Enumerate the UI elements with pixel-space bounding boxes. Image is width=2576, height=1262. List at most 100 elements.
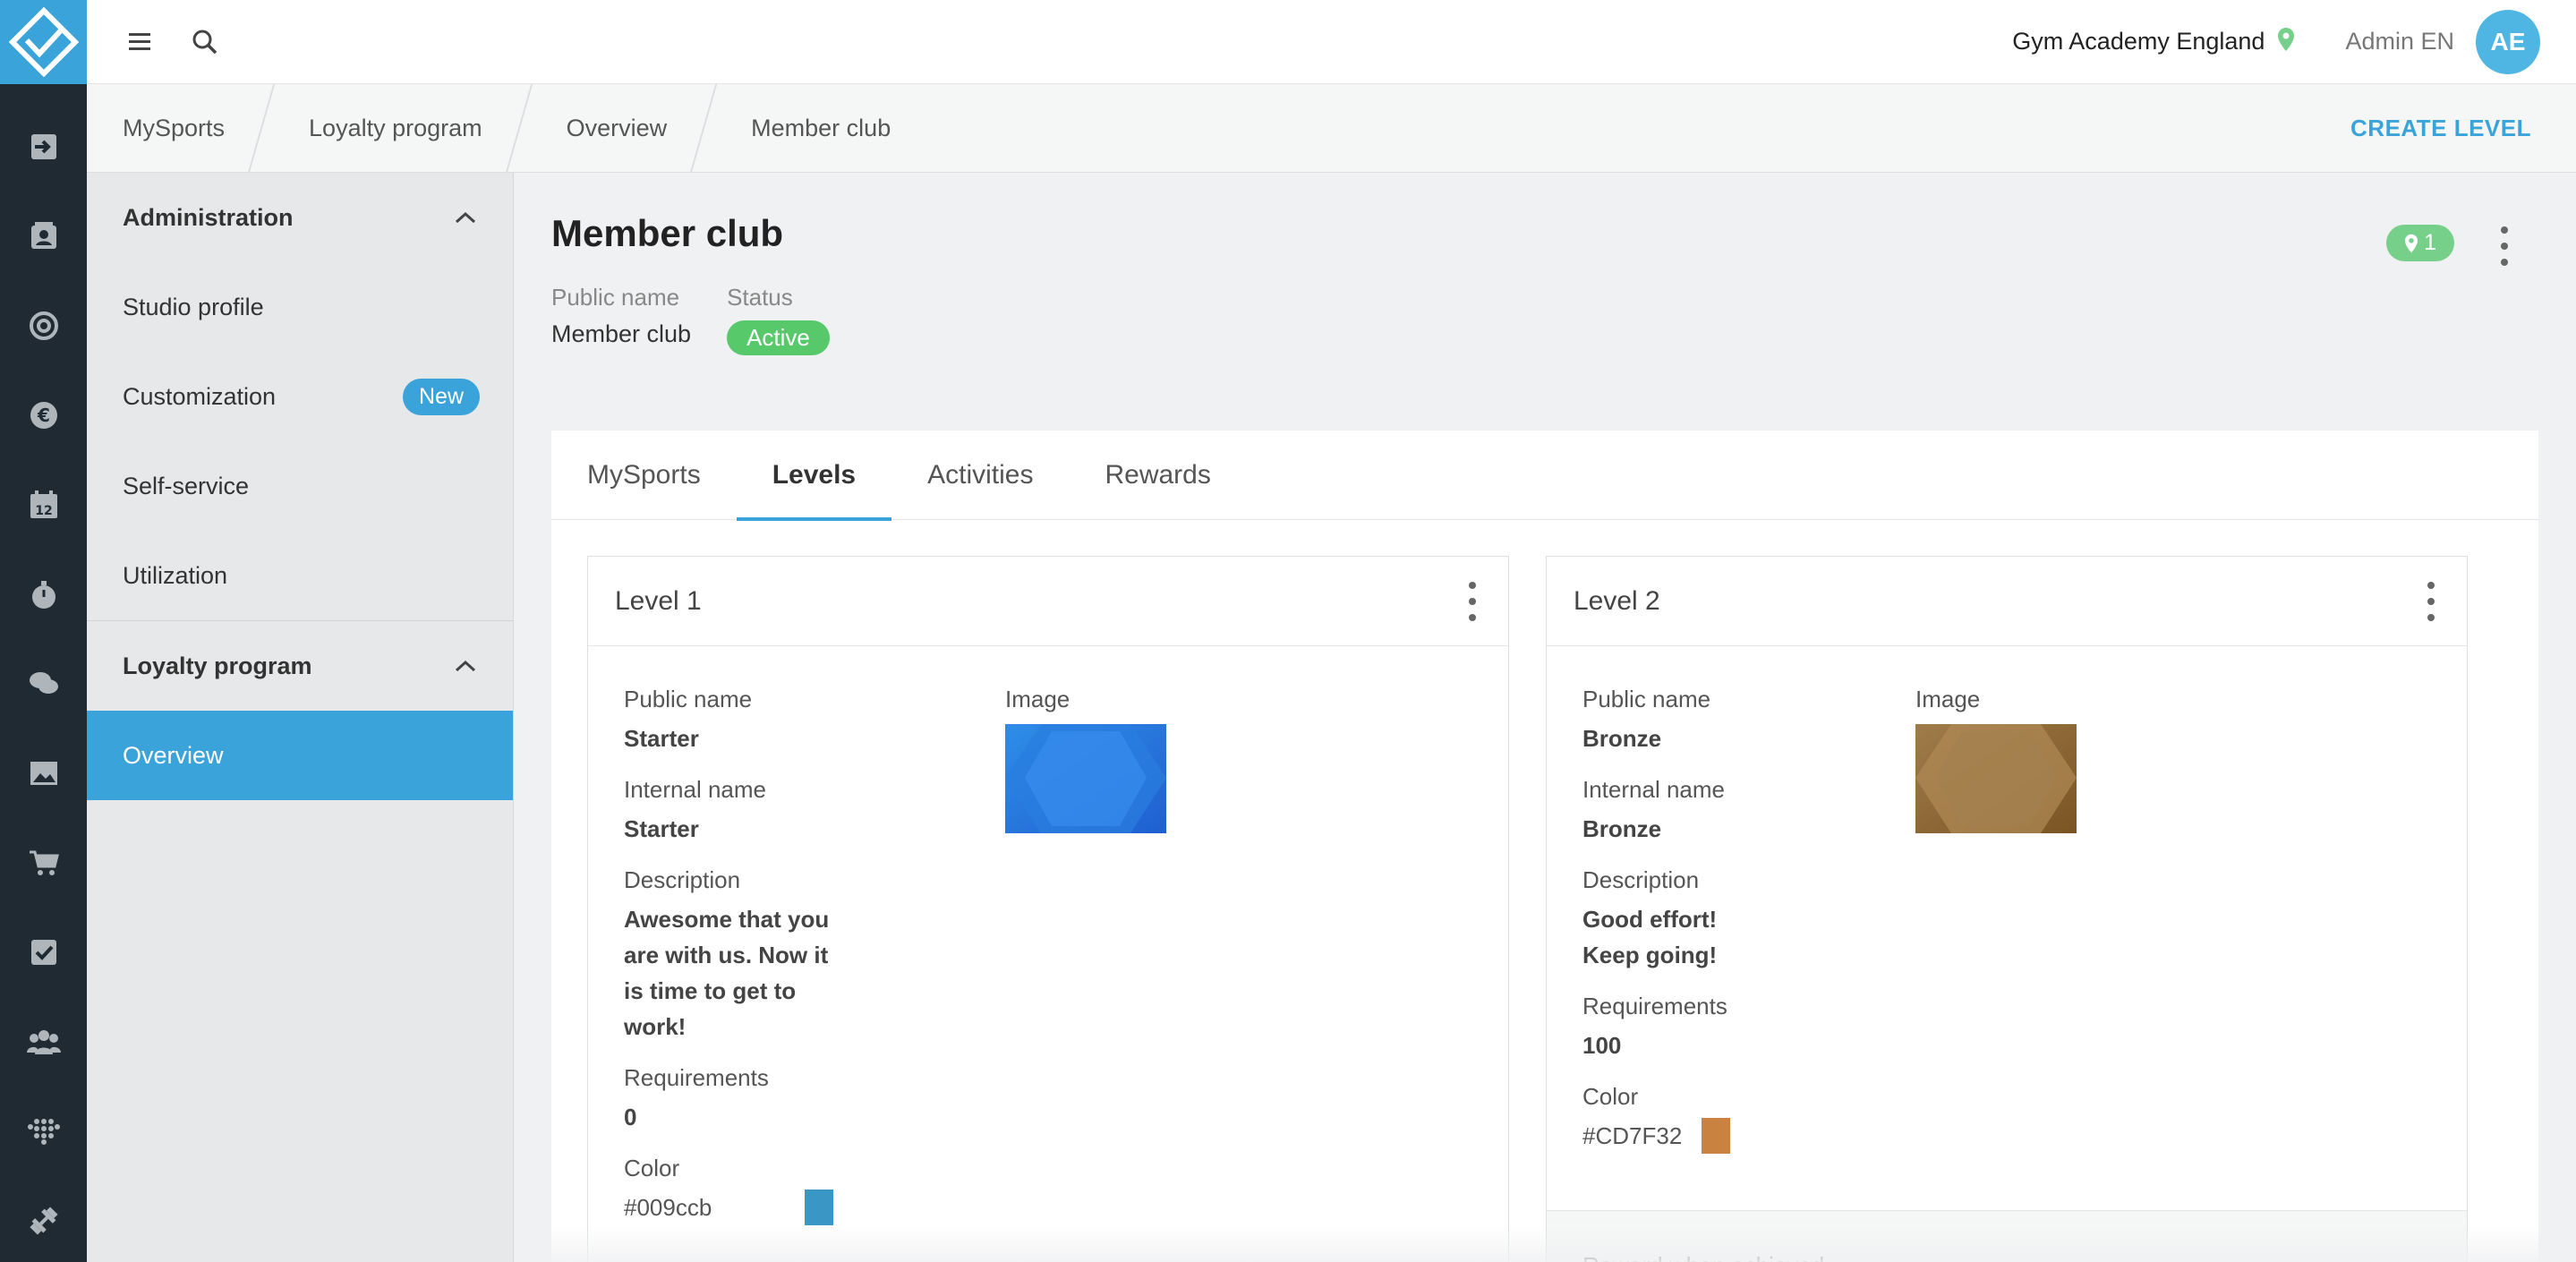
sidebar-item-label: Customization [123, 382, 277, 410]
sidebar-section-loyalty-program[interactable]: Loyalty program [87, 621, 513, 711]
rail-shop[interactable] [0, 818, 87, 908]
sidebar-item-label: Utilization [123, 561, 228, 589]
description-value: Good effort! Keep going! [1582, 906, 1718, 968]
program-more-options-button[interactable] [2495, 226, 2513, 266]
color-swatch [805, 1190, 834, 1225]
internal-name-label: Internal name [624, 776, 766, 803]
page-title: Member club [551, 212, 784, 254]
avatar[interactable]: AE [2476, 9, 2540, 74]
public-name-value: Starter [624, 725, 699, 752]
color-label: Color [624, 1155, 680, 1181]
sidebar-item-self-service[interactable]: Self-service [87, 441, 513, 531]
rail-check-in[interactable] [0, 102, 87, 192]
svg-text:€: € [37, 405, 50, 426]
tab-activities[interactable]: Activities [891, 431, 1069, 520]
sidebar-item-utilization[interactable]: Utilization [87, 531, 513, 620]
sidebar-section-title: Loyalty program [123, 652, 312, 679]
level-more-options-button[interactable] [2422, 581, 2440, 621]
top-bar: Gym Academy England Admin EN AE [87, 0, 2576, 84]
menu-toggle-button[interactable] [114, 15, 167, 69]
rail-media[interactable] [0, 729, 87, 818]
requirements-label: Requirements [624, 1064, 769, 1091]
studio-name[interactable]: Gym Academy England [2012, 28, 2265, 55]
secondary-sidebar: Administration Studio profile Customizat… [87, 173, 514, 1262]
new-badge: New [402, 378, 480, 415]
internal-name-value: Starter [624, 815, 699, 842]
rail-timer[interactable] [0, 550, 87, 639]
rail-chat[interactable] [0, 639, 87, 729]
color-value: #CD7F32 [1582, 1121, 1683, 1149]
breadcrumb-member-club: Member club [715, 84, 926, 173]
sidebar-item-studio-profile[interactable]: Studio profile [87, 262, 513, 352]
cart-icon [29, 850, 59, 875]
sidebar-item-label: Self-service [123, 472, 250, 499]
rail-contacts[interactable] [0, 192, 87, 281]
main-content: Member club Public name Member club Stat… [514, 173, 2576, 1262]
location-pin-icon [2277, 27, 2295, 56]
sidebar-item-label: Studio profile [123, 293, 264, 320]
level-image [1915, 724, 2077, 833]
reward-label: Reward when achieved [1582, 1252, 1824, 1262]
breadcrumb-loyalty-program[interactable]: Loyalty program [273, 84, 518, 173]
image-label: Image [1005, 686, 1070, 712]
search-button[interactable] [178, 15, 232, 69]
tab-mysports[interactable]: MySports [551, 431, 737, 520]
euro-icon: € [30, 402, 57, 429]
sidebar-item-overview[interactable]: Overview [87, 711, 513, 800]
color-swatch [1702, 1118, 1731, 1154]
rail-calendar[interactable]: 12 [0, 460, 87, 550]
dumbbell-icon [29, 1207, 58, 1235]
stopwatch-icon [31, 581, 55, 609]
internal-name-value: Bronze [1582, 815, 1662, 842]
rail-members[interactable] [0, 997, 87, 1087]
check-in-icon [30, 134, 56, 159]
calendar-icon: 12 [30, 490, 57, 518]
tab-rewards[interactable]: Rewards [1069, 431, 1246, 520]
sidebar-item-label: Overview [123, 741, 224, 769]
more-vert-icon [2427, 581, 2435, 589]
program-meta: Public name Member club Status Active [551, 284, 830, 355]
reward-section: Reward when achieved [1547, 1210, 2467, 1262]
chevron-up-icon [455, 660, 476, 672]
internal-name-label: Internal name [1582, 776, 1725, 803]
group-icon [26, 1030, 61, 1054]
chat-icon [29, 672, 58, 694]
level-card-1: Level 1 Public name Starter Internal nam… [587, 556, 1509, 1262]
description-label: Description [1582, 866, 1700, 893]
levels-panel: MySports Levels Activities Rewards Level… [551, 431, 2538, 1262]
sidebar-item-customization[interactable]: Customization New [87, 352, 513, 441]
dots-grid-icon [27, 1119, 60, 1145]
checkbox-icon [30, 940, 56, 965]
level-title: Level 2 [1574, 585, 1660, 616]
create-level-button[interactable]: CREATE LEVEL [2350, 115, 2531, 142]
public-name-label: Public name [551, 284, 680, 311]
breadcrumb-mysports[interactable]: MySports [87, 84, 260, 173]
level-card-2: Level 2 Public name Bronze Internal name… [1546, 556, 2468, 1262]
user-name[interactable]: Admin EN [2345, 28, 2454, 55]
chevron-up-icon [455, 211, 476, 224]
level-more-options-button[interactable] [1463, 581, 1481, 621]
description-label: Description [624, 866, 741, 893]
location-count-badge[interactable]: 1 [2386, 225, 2454, 261]
rail-equipment[interactable] [0, 1176, 87, 1262]
rail-target[interactable] [0, 281, 87, 371]
contacts-icon [30, 222, 56, 249]
level-image [1005, 724, 1166, 833]
sidebar-section-administration[interactable]: Administration [87, 173, 513, 262]
requirements-value: 0 [624, 1104, 637, 1130]
color-label: Color [1582, 1083, 1639, 1110]
rail-integrations[interactable] [0, 1087, 87, 1176]
breadcrumb-overview[interactable]: Overview [531, 84, 704, 173]
rail-finance[interactable]: € [0, 371, 87, 460]
search-icon [192, 30, 218, 54]
image-icon [30, 762, 57, 785]
logo-icon [8, 7, 79, 77]
rail-tasks[interactable] [0, 908, 87, 997]
location-pin-icon [2405, 234, 2418, 252]
icon-rail: € 12 [0, 0, 87, 1262]
app-logo[interactable] [0, 0, 87, 84]
tab-levels[interactable]: Levels [736, 431, 892, 521]
svg-text:12: 12 [35, 504, 52, 518]
public-name-value: Member club [551, 320, 692, 347]
more-vert-icon [1469, 581, 1476, 589]
